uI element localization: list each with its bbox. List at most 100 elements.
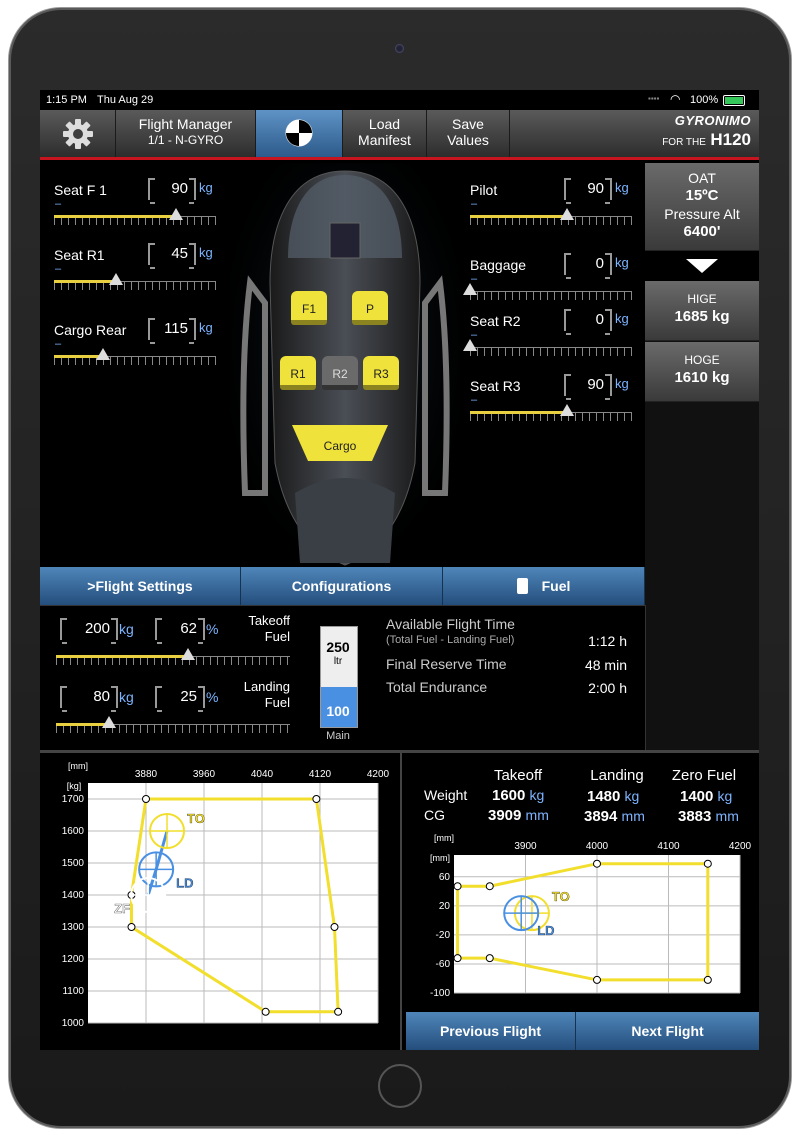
x-tick-label: 3960 — [193, 769, 216, 780]
cg-point-label: LD — [537, 923, 554, 938]
left-seat-0-slider-thumb[interactable] — [168, 208, 183, 220]
envelope-vertex — [453, 954, 462, 963]
hige-box: HIGE 1685 kg — [645, 281, 759, 341]
left-seat-0-slider[interactable] — [54, 206, 216, 228]
tank-capacity: 250 — [326, 639, 350, 655]
takeoff-cg-unit: mm — [525, 807, 549, 823]
available-time-value: 1:12 h — [588, 633, 627, 649]
left-seat-2-slider[interactable] — [54, 346, 216, 368]
landing-cg: 3894 mm — [584, 808, 645, 825]
oat-box[interactable]: OAT 15ºC Pressure Alt 6400' — [645, 163, 759, 251]
y-tick-label: 1100 — [62, 986, 84, 997]
right-seat-3-slider-thumb[interactable] — [560, 404, 575, 416]
y-tick-label: -100 — [430, 988, 450, 999]
x-tick-label: 4200 — [367, 769, 390, 780]
landing-weight-unit: kg — [624, 788, 640, 804]
landing-fuel-kg-input[interactable]: 80 — [60, 686, 118, 712]
tab-flight-settings[interactable]: >Flight Settings — [40, 567, 241, 605]
seat-f1-label: F1 — [301, 302, 316, 316]
landing-fuel-slider[interactable] — [56, 714, 290, 736]
chevron-down-icon — [686, 259, 718, 273]
seat-f1[interactable]: F1 — [291, 291, 327, 325]
summary-weight-label: Weight — [424, 787, 468, 803]
right-seat-2-slider-thumb[interactable] — [463, 339, 477, 351]
tab-configurations[interactable]: Configurations — [241, 567, 443, 605]
left-seat-2-slider-thumb[interactable] — [95, 348, 110, 360]
load-manifest-label-1: Load — [368, 116, 401, 132]
y-tick-label: 1600 — [62, 826, 85, 837]
seat-r2-label: R2 — [332, 367, 348, 381]
fuel-section: 200 kg 62 % Takeoff Fuel 80 kg 25 % Land… — [40, 605, 645, 751]
right-seat-2-slider[interactable] — [463, 337, 632, 359]
available-time-sub: (Total Fuel - Landing Fuel) — [386, 634, 515, 646]
tab-fuel[interactable]: Fuel — [443, 567, 645, 605]
seat-r2[interactable]: R2 — [322, 356, 358, 390]
load-manifest-label-2: Manifest — [358, 132, 411, 148]
takeoff-fuel-pct-input[interactable]: 62 — [155, 618, 205, 644]
tank-unit: ltr — [333, 656, 343, 667]
zerofuel-weight-value: 1400 — [680, 788, 714, 805]
right-seat-3-input[interactable]: 90 — [564, 374, 612, 400]
seat-pilot[interactable]: P — [352, 291, 388, 325]
right-seat-3-slider[interactable] — [470, 402, 632, 424]
landing-cg-unit: mm — [621, 808, 645, 824]
seat-r3[interactable]: R3 — [363, 356, 399, 390]
flight-manager-subtitle: 1/1 - N-GYRO — [147, 133, 224, 147]
y-tick-label: 60 — [439, 872, 451, 883]
takeoff-fuel-label-1: Takeoff — [248, 613, 290, 628]
zerofuel-cg: 3883 mm — [678, 808, 739, 825]
right-seat-0-slider-fill — [470, 215, 568, 218]
takeoff-fuel-pct-unit: % — [206, 621, 219, 637]
right-seat-1-slider[interactable] — [463, 281, 632, 303]
zerofuel-cg-unit: mm — [715, 808, 739, 824]
takeoff-slider-thumb[interactable] — [180, 648, 195, 660]
x-tick-label: 4120 — [309, 769, 332, 780]
landing-weight-value: 1480 — [587, 788, 621, 805]
fuel-pump-icon — [516, 578, 528, 594]
next-flight-button[interactable]: Next Flight — [576, 1012, 759, 1050]
seat-r1-label: R1 — [290, 367, 306, 381]
weight-balance-button[interactable] — [256, 110, 343, 157]
landing-fuel-pct-input[interactable]: 25 — [155, 686, 205, 712]
cargo-label: Cargo — [323, 439, 357, 453]
left-seat-0-slider-fill — [54, 215, 176, 218]
right-seat-1-slider-track — [470, 291, 632, 300]
right-seat-1-slider-thumb[interactable] — [463, 283, 477, 295]
x-tick-label: 4000 — [586, 841, 609, 852]
right-seat-1-input[interactable]: 0 — [564, 253, 612, 279]
y-tick-label: 1700 — [62, 794, 85, 805]
tab-bar: >Flight Settings Configurations Fuel — [40, 567, 645, 605]
brand-for: FOR THE — [662, 137, 706, 148]
right-seat-0-input[interactable]: 90 — [564, 178, 612, 204]
expand-arrow[interactable] — [645, 251, 759, 281]
right-seat-0-slider[interactable] — [470, 206, 632, 228]
takeoff-fuel-kg-input[interactable]: 200 — [60, 618, 118, 644]
previous-flight-button[interactable]: Previous Flight — [406, 1012, 576, 1050]
right-seat-2-input[interactable]: 0 — [564, 309, 612, 335]
flight-manager-title: Flight Manager — [138, 116, 233, 132]
load-manifest-button[interactable]: Load Manifest — [343, 110, 427, 157]
x-tick-label: 3880 — [135, 769, 158, 780]
right-seat-2-control: Seat R2 0 kg – — [463, 309, 650, 379]
home-button[interactable] — [378, 1064, 422, 1108]
y-tick-label: -20 — [436, 930, 451, 941]
left-seat-2-input[interactable]: 115 — [148, 318, 196, 344]
save-values-button[interactable]: Save Values — [427, 110, 510, 157]
left-seat-1-slider-thumb[interactable] — [108, 273, 123, 285]
pressure-alt-value: 6400' — [683, 223, 721, 240]
status-date: Thu Aug 29 — [97, 94, 154, 106]
right-seat-0-slider-thumb[interactable] — [560, 208, 575, 220]
takeoff-fuel-slider[interactable] — [56, 646, 290, 668]
left-seat-1-slider[interactable] — [54, 271, 216, 293]
settings-button[interactable] — [40, 110, 116, 157]
flight-manager-button[interactable]: Flight Manager 1/1 - N-GYRO — [116, 110, 256, 157]
endurance-label: Total Endurance — [386, 679, 488, 695]
gear-icon — [62, 119, 93, 149]
cg-point-label: ZF — [114, 901, 130, 916]
lateral-cg-chart: 3900 4000 4100 4200 60 20 -20 -60 -100 [mm] [mm] TO… — [430, 833, 752, 999]
left-seat-1-input[interactable]: 45 — [148, 243, 196, 269]
landing-slider-thumb[interactable] — [102, 716, 117, 728]
seat-r1[interactable]: R1 — [280, 356, 316, 390]
envelope-vertex — [485, 954, 494, 963]
left-seat-0-input[interactable]: 90 — [148, 178, 196, 204]
